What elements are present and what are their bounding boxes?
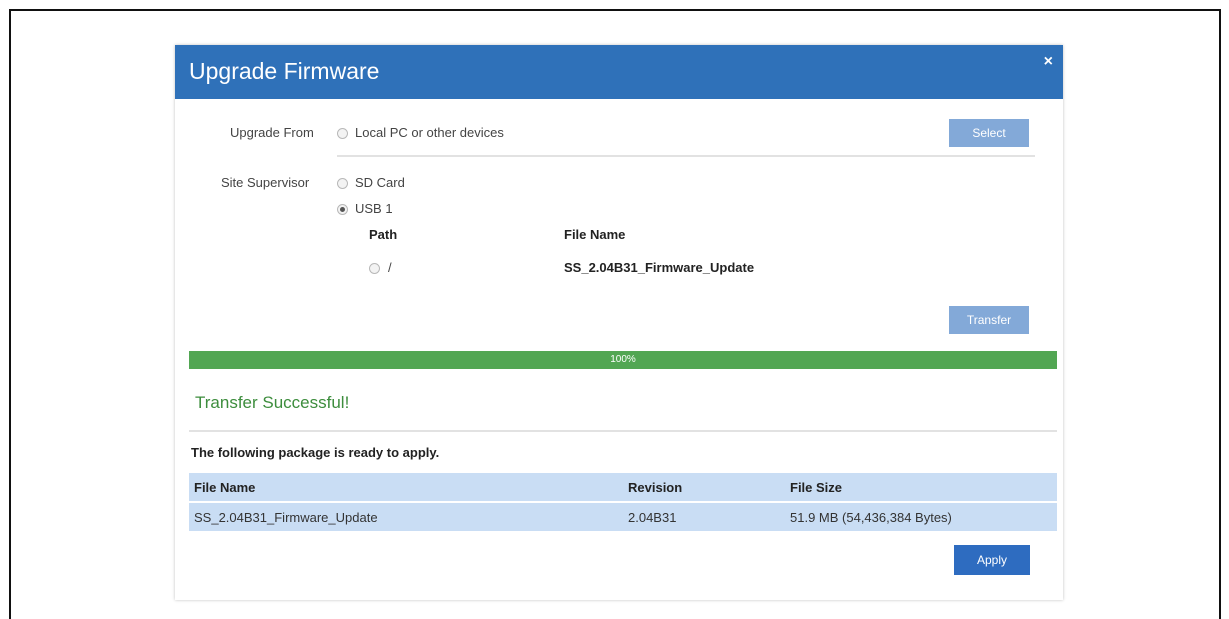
radio-sd-card[interactable] [337,178,348,189]
divider [189,430,1057,432]
transfer-button[interactable]: Transfer [949,306,1029,334]
cell-file-size: 51.9 MB (54,436,384 Bytes) [790,510,952,525]
file-path: / [388,260,392,275]
ready-to-apply-text: The following package is ready to apply. [191,445,440,460]
upgrade-from-label: Upgrade From [230,125,314,140]
radio-file-row[interactable] [369,263,380,274]
local-pc-option-label: Local PC or other devices [355,125,504,140]
file-name: SS_2.04B31_Firmware_Update [564,260,755,275]
site-supervisor-label: Site Supervisor [221,175,310,190]
select-button[interactable]: Select [949,119,1029,147]
file-name-column-header: File Name [564,227,626,242]
sd-card-option-label: SD Card [355,175,405,190]
divider [337,155,1035,157]
dialog-header: Upgrade Firmware × [175,45,1063,99]
radio-usb-1[interactable] [337,204,348,215]
table-header-row: File Name Revision File Size [189,473,1057,503]
radio-local-pc[interactable] [337,128,348,139]
apply-button[interactable]: Apply [954,545,1030,575]
path-column-header: Path [369,227,398,242]
cell-revision: 2.04B31 [628,510,677,525]
close-icon[interactable]: × [1044,53,1053,71]
table-row[interactable]: SS_2.04B31_Firmware_Update 2.04B31 51.9 … [189,503,1057,533]
header-revision: Revision [628,480,683,495]
progress-label: 100% [610,354,636,365]
package-table: File Name Revision File Size SS_2.04B31_… [189,473,1057,533]
dialog-title: Upgrade Firmware [189,58,380,84]
transfer-status-message: Transfer Successful! [195,393,350,412]
cell-file-name: SS_2.04B31_Firmware_Update [194,510,378,525]
header-file-name: File Name [194,480,256,495]
usb-1-option-label: USB 1 [355,201,393,216]
header-file-size: File Size [790,480,843,495]
upgrade-firmware-dialog: Upgrade Firmware × Upgrade From Local PC… [175,45,1063,600]
progress-bar: 100% [189,351,1057,369]
